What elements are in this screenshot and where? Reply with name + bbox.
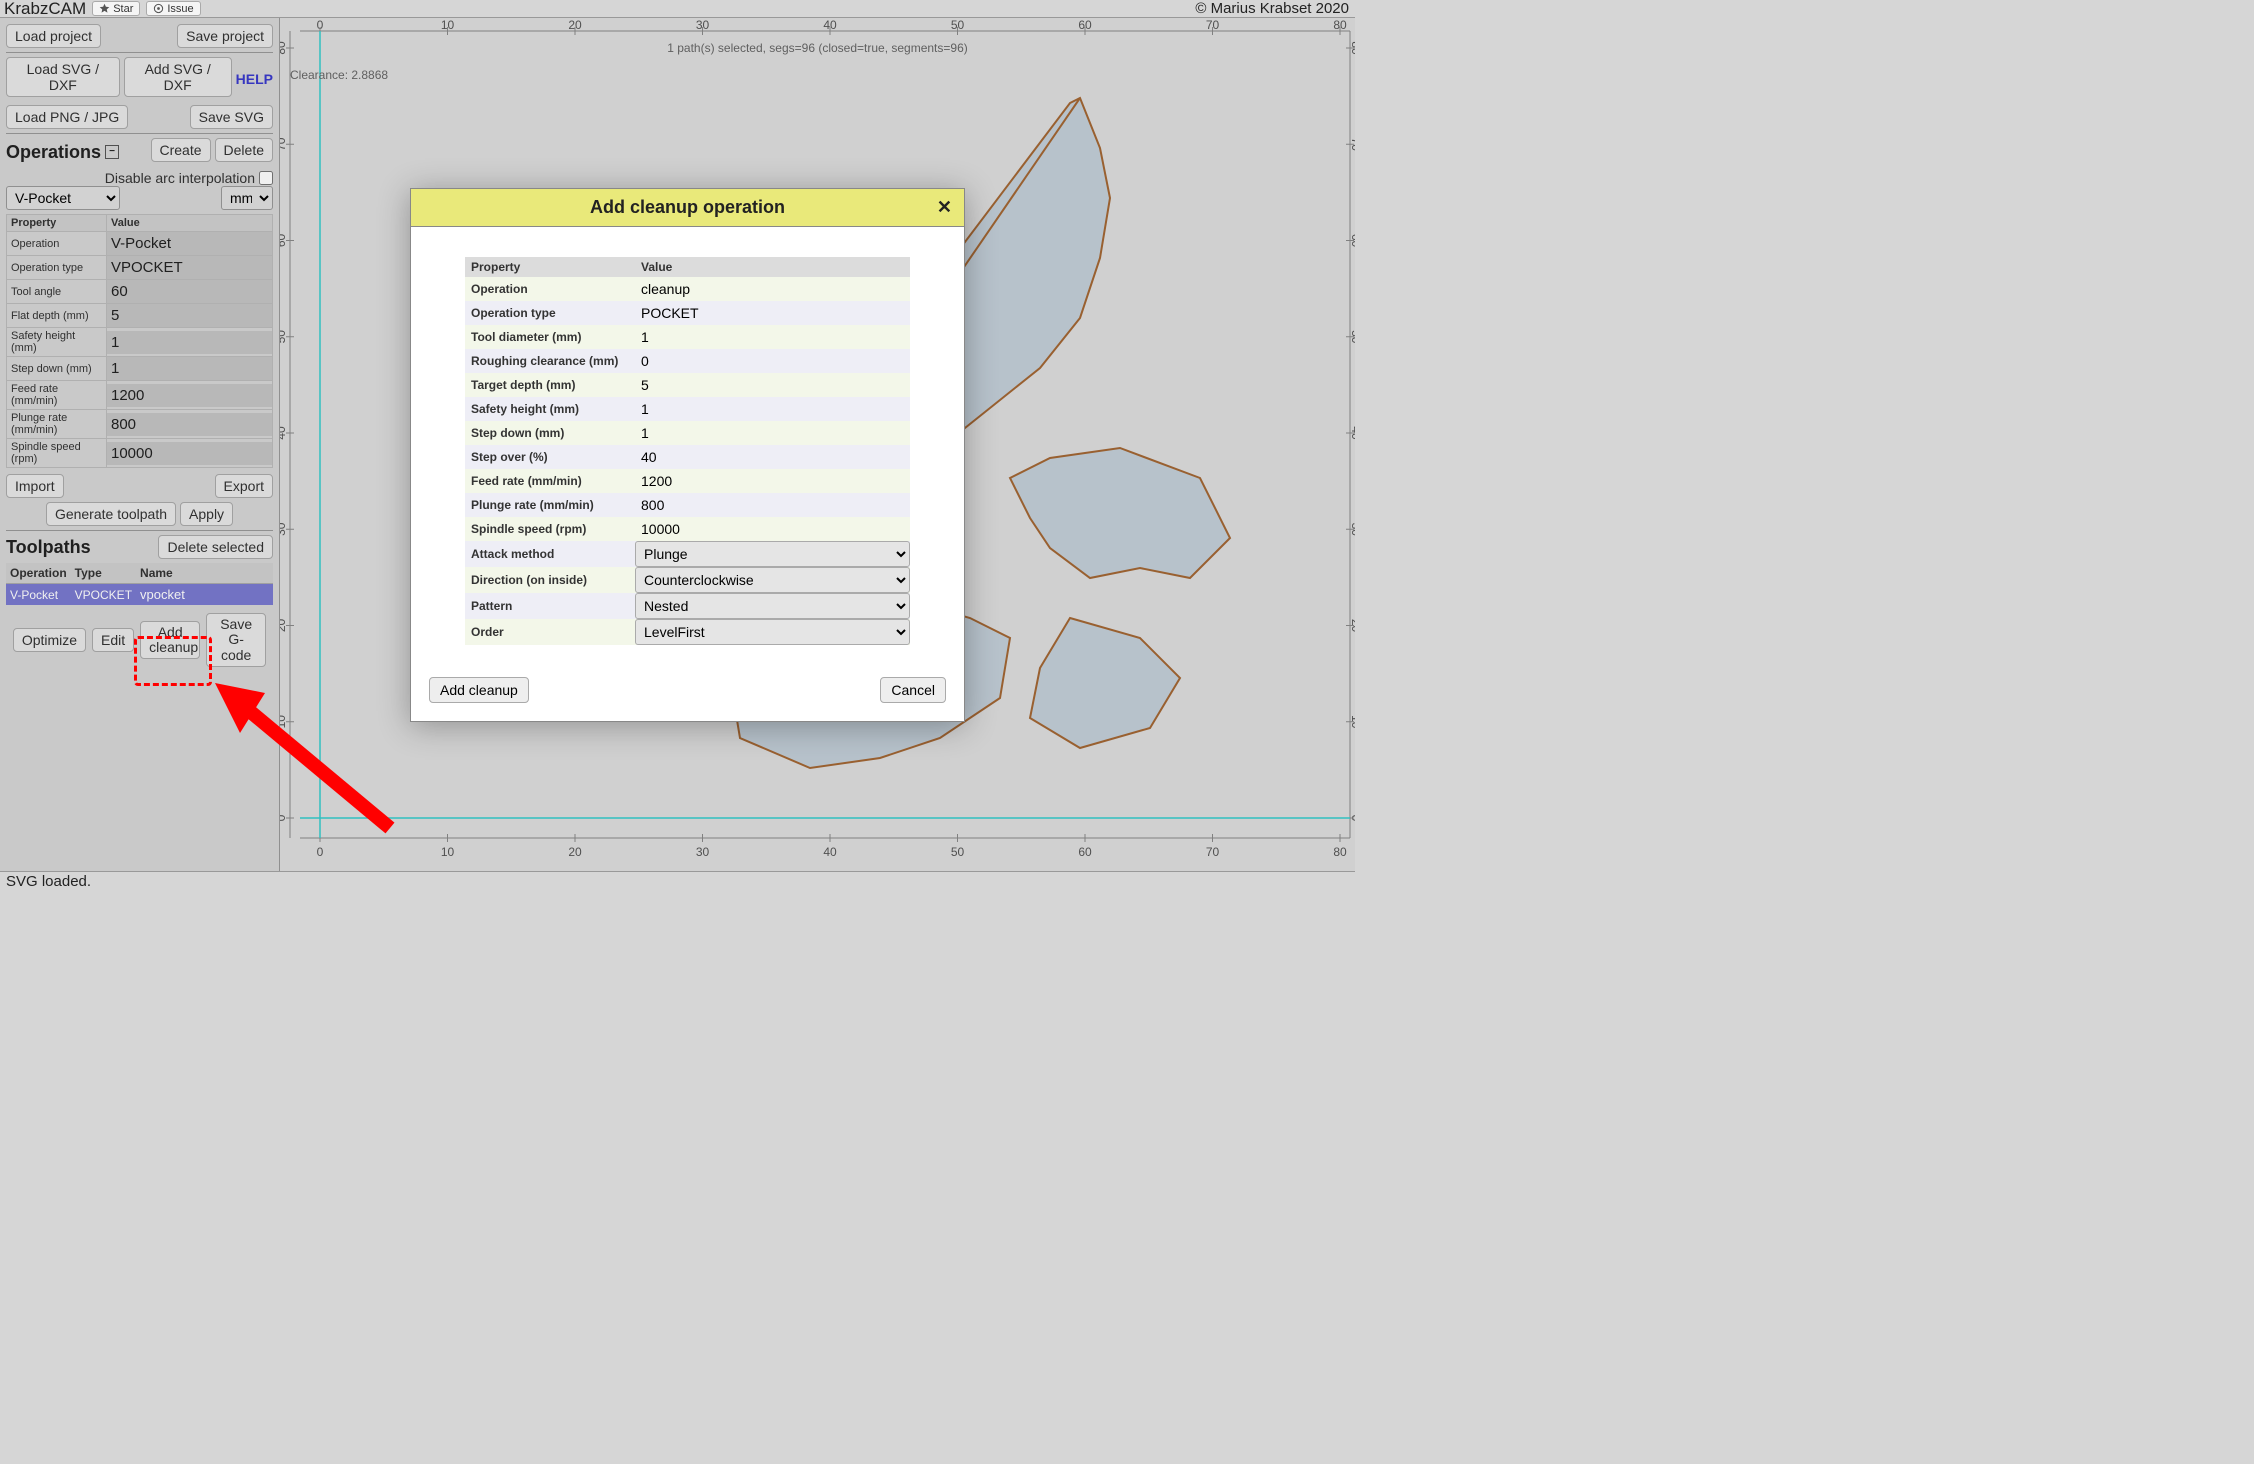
modal-property-label: Step over (%) xyxy=(465,445,635,469)
modal-property-row: Step over (%) xyxy=(465,445,910,469)
modal-property-row: Target depth (mm) xyxy=(465,373,910,397)
modal-property-label: Attack method xyxy=(465,541,635,567)
modal-properties-table: Property Value OperationOperation typeTo… xyxy=(465,257,910,645)
star-icon xyxy=(99,3,110,14)
modal-property-label: Feed rate (mm/min) xyxy=(465,469,635,493)
app-title: KrabzCAM xyxy=(4,0,86,19)
modal-property-row: Safety height (mm) xyxy=(465,397,910,421)
modal-property-input[interactable] xyxy=(635,301,910,325)
modal-property-label: Pattern xyxy=(465,593,635,619)
modal-property-select[interactable]: Nested xyxy=(635,593,910,619)
github-star-badge[interactable]: Star xyxy=(92,1,140,16)
modal-property-label: Spindle speed (rpm) xyxy=(465,517,635,541)
modal-property-row: Roughing clearance (mm) xyxy=(465,349,910,373)
modal-property-label: Tool diameter (mm) xyxy=(465,325,635,349)
modal-property-input[interactable] xyxy=(635,517,910,541)
add-cleanup-modal: Add cleanup operation ✕ Property Value O… xyxy=(410,188,965,722)
modal-property-row: Direction (on inside)Counterclockwise xyxy=(465,567,910,593)
modal-property-label: Target depth (mm) xyxy=(465,373,635,397)
issue-icon xyxy=(153,3,164,14)
status-bar: SVG loaded. xyxy=(0,871,1355,890)
modal-property-input[interactable] xyxy=(635,349,910,373)
modal-property-input[interactable] xyxy=(635,277,910,301)
modal-property-input[interactable] xyxy=(635,397,910,421)
modal-property-label: Operation type xyxy=(465,301,635,325)
status-text: SVG loaded. xyxy=(6,873,91,890)
modal-property-label: Step down (mm) xyxy=(465,421,635,445)
modal-property-label: Safety height (mm) xyxy=(465,397,635,421)
modal-property-input[interactable] xyxy=(635,469,910,493)
modal-property-input[interactable] xyxy=(635,421,910,445)
modal-property-label: Operation xyxy=(465,277,635,301)
modal-close-button[interactable]: ✕ xyxy=(937,197,952,218)
modal-property-row: Spindle speed (rpm) xyxy=(465,517,910,541)
modal-property-row: OrderLevelFirst xyxy=(465,619,910,645)
modal-add-cleanup-button[interactable]: Add cleanup xyxy=(429,677,529,703)
modal-property-input[interactable] xyxy=(635,493,910,517)
modal-property-select[interactable]: Counterclockwise xyxy=(635,567,910,593)
modal-property-label: Order xyxy=(465,619,635,645)
modal-property-row: Operation xyxy=(465,277,910,301)
modal-property-select[interactable]: LevelFirst xyxy=(635,619,910,645)
modal-header: Add cleanup operation ✕ xyxy=(411,189,964,227)
modal-property-row: Step down (mm) xyxy=(465,421,910,445)
modal-property-row: Plunge rate (mm/min) xyxy=(465,493,910,517)
modal-property-input[interactable] xyxy=(635,445,910,469)
modal-property-label: Roughing clearance (mm) xyxy=(465,349,635,373)
modal-property-select[interactable]: Plunge xyxy=(635,541,910,567)
top-bar: KrabzCAM Star Issue © Marius Krabset 202… xyxy=(0,0,1355,18)
modal-property-row: Attack methodPlunge xyxy=(465,541,910,567)
modal-title: Add cleanup operation xyxy=(590,197,785,218)
modal-property-row: Operation type xyxy=(465,301,910,325)
copyright-text: © Marius Krabset 2020 xyxy=(1195,0,1349,17)
modal-property-input[interactable] xyxy=(635,373,910,397)
modal-property-input[interactable] xyxy=(635,325,910,349)
modal-property-row: Tool diameter (mm) xyxy=(465,325,910,349)
modal-property-label: Direction (on inside) xyxy=(465,567,635,593)
github-issue-badge[interactable]: Issue xyxy=(146,1,200,16)
modal-property-row: Feed rate (mm/min) xyxy=(465,469,910,493)
modal-property-label: Plunge rate (mm/min) xyxy=(465,493,635,517)
modal-cancel-button[interactable]: Cancel xyxy=(880,677,946,703)
modal-property-row: PatternNested xyxy=(465,593,910,619)
